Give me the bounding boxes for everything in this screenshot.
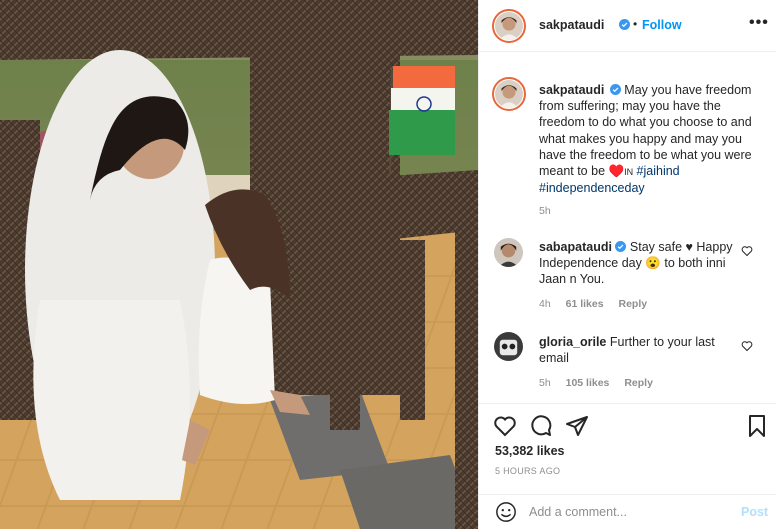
post-comment-button[interactable]: Post [741, 505, 768, 519]
post-image [0, 0, 478, 529]
follow-button[interactable]: Follow [642, 18, 682, 32]
hashtag-link[interactable]: #jaihind [637, 164, 680, 178]
comment-likes[interactable]: 61 likes [566, 298, 604, 310]
comments-section[interactable]: sakpataudi May you have freedom from suf… [479, 53, 776, 403]
comment-like-icon[interactable] [741, 340, 753, 352]
author-avatar-image [495, 12, 523, 40]
caption: sakpataudi May you have freedom from suf… [539, 82, 769, 196]
header-separator: • [633, 17, 638, 31]
caption-timestamp[interactable]: 5h [539, 205, 551, 217]
comment-timestamp[interactable]: 4h [539, 298, 551, 310]
comment-meta: 4h 61 likes Reply [539, 298, 659, 310]
author-avatar[interactable] [492, 9, 526, 43]
bookmark-icon[interactable] [745, 414, 769, 438]
comment-bubble-icon[interactable] [529, 414, 553, 438]
comment-input[interactable] [529, 501, 729, 523]
more-options-icon[interactable]: ••• [749, 14, 769, 32]
comment-meta: 5h 105 likes Reply [539, 377, 665, 389]
smiley-icon[interactable] [495, 501, 517, 523]
post-timestamp[interactable]: 5 HOURS AGO [495, 466, 560, 476]
paper-plane-icon[interactable] [565, 414, 589, 438]
heart-icon[interactable] [493, 414, 517, 438]
comment-like-icon[interactable] [741, 245, 753, 257]
comment-timestamp[interactable]: 5h [539, 377, 551, 389]
caption-avatar-image [495, 80, 523, 108]
comment-text-block: gloria_orile Further to your last email [539, 334, 744, 366]
commenter-avatar[interactable] [494, 332, 523, 361]
commenter-avatar[interactable] [494, 238, 523, 267]
verified-badge-icon [615, 241, 627, 252]
like-count[interactable]: 53,382 likes [495, 444, 565, 458]
post-actions: 53,382 likes 5 HOURS AGO [479, 403, 776, 497]
post-photo[interactable] [0, 0, 478, 529]
caption-username[interactable]: sakpataudi [539, 83, 604, 97]
post-header: sakpataudi • Follow ••• [479, 0, 776, 52]
caption-country-flag: IN [624, 167, 634, 178]
post-sidebar: sakpataudi • Follow ••• sakpataudi May y… [478, 0, 776, 529]
commenter-username[interactable]: sabapataudi [539, 240, 612, 254]
commenter-username[interactable]: gloria_orile [539, 335, 606, 349]
comment-text-block: sabapataudi Stay safe ♥ Happy Independen… [539, 239, 744, 288]
author-username[interactable]: sakpataudi [539, 18, 604, 32]
reply-button[interactable]: Reply [624, 377, 653, 389]
verified-badge-icon [619, 19, 630, 30]
add-comment-bar: Post [479, 494, 776, 529]
verified-badge-icon [609, 84, 621, 95]
hashtag-link[interactable]: #independenceday [539, 181, 645, 195]
comment-likes[interactable]: 105 likes [566, 377, 610, 389]
reply-button[interactable]: Reply [618, 298, 647, 310]
caption-avatar[interactable] [492, 77, 526, 111]
